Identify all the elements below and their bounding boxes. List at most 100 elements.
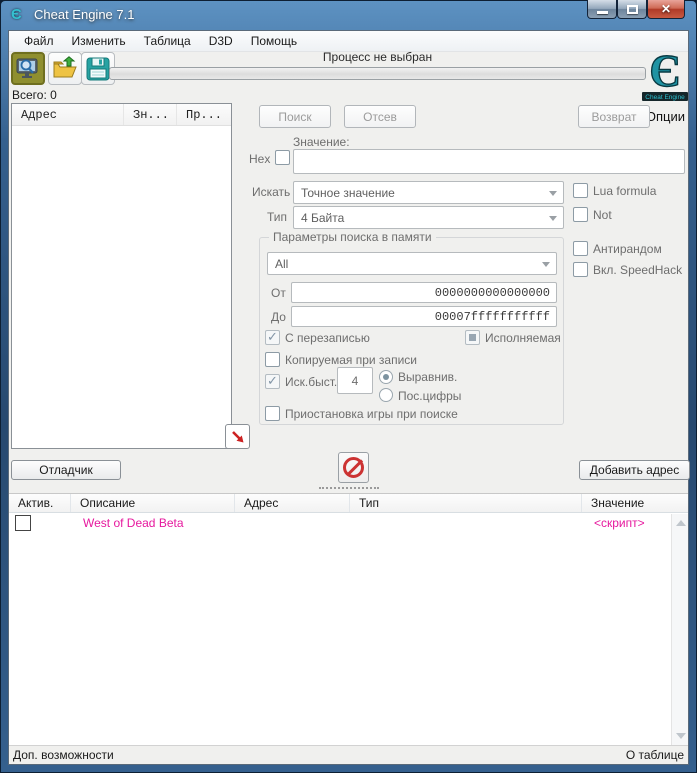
maximize-button[interactable] [617, 0, 647, 19]
check-icon: ✓ [267, 329, 278, 344]
col-value[interactable]: Значение [582, 494, 688, 512]
last-digits-label: Пос.цифры [398, 389, 462, 403]
stop-button[interactable] [338, 452, 369, 483]
menu-bar: Файл Изменить Таблица D3D Помощь [9, 31, 688, 52]
value-input[interactable] [293, 149, 685, 174]
value-label: Значение: [293, 135, 350, 149]
table-extras-link[interactable]: О таблице [626, 748, 684, 762]
close-button[interactable]: ✕ [647, 0, 685, 19]
value-type-value: 4 Байта [301, 211, 345, 225]
col-description[interactable]: Описание [71, 494, 235, 512]
first-scan-button[interactable]: Поиск [259, 105, 331, 128]
add-selected-addresses-button[interactable] [225, 424, 250, 449]
no-entry-icon [343, 457, 364, 478]
select-process-icon [16, 58, 38, 78]
indeterminate-icon [469, 334, 476, 341]
antirandom-label: Антирандом [593, 242, 662, 256]
row-value[interactable]: <скрипт> [594, 516, 645, 530]
memory-scan-options-group: Параметры поиска в памяти All От До ✓ С … [259, 230, 564, 425]
speedhack-checkbox[interactable] [573, 262, 588, 277]
last-digits-radio[interactable] [379, 388, 393, 402]
scan-stop-input[interactable] [291, 306, 557, 327]
value-type-label: Тип [267, 210, 288, 224]
add-address-button[interactable]: Добавить адрес [579, 460, 690, 480]
antirandom-checkbox[interactable] [573, 241, 588, 256]
region-value: All [275, 257, 289, 271]
close-icon: ✕ [660, 2, 672, 16]
app-logo-icon: Є [11, 6, 22, 23]
pause-game-checkbox[interactable] [265, 406, 280, 421]
logo-glyph: Є [649, 46, 680, 96]
select-process-button[interactable] [11, 52, 45, 85]
window-controls: ✕ [587, 0, 685, 19]
logo-caption: Cheat Engine [645, 94, 685, 101]
copy-on-write-label: Копируемая при записи [285, 353, 417, 367]
radio-dot-icon [383, 374, 389, 380]
not-checkbox[interactable] [573, 207, 588, 222]
found-col-previous[interactable]: Пр... [177, 104, 231, 125]
process-status: Процесс не выбран [322, 50, 433, 64]
col-address[interactable]: Адрес [235, 494, 350, 512]
value-type-dropdown[interactable]: 4 Байта [293, 206, 564, 229]
debugger-button[interactable]: Отладчик [11, 460, 121, 480]
lua-formula-label: Lua formula [593, 184, 657, 198]
open-table-button[interactable] [48, 52, 82, 85]
fast-scan-alignment-input[interactable] [337, 367, 373, 394]
found-list-header: Адрес Зн... Пр... [12, 104, 231, 126]
row-description[interactable]: West of Dead Beta [83, 516, 184, 530]
red-arrow-icon [231, 430, 243, 442]
col-active[interactable]: Актив. [9, 494, 71, 512]
minimize-button[interactable] [587, 0, 617, 19]
row-active-checkbox[interactable] [15, 515, 31, 531]
col-type[interactable]: Тип [350, 494, 582, 512]
menu-d3d[interactable]: D3D [200, 32, 242, 50]
found-col-value[interactable]: Зн... [124, 104, 177, 125]
executable-checkbox[interactable] [465, 330, 480, 345]
lua-formula-checkbox[interactable] [573, 183, 588, 198]
chevron-down-icon [549, 191, 557, 196]
executable-label: Исполняемая [485, 331, 561, 345]
menu-table[interactable]: Таблица [135, 32, 200, 50]
advanced-options-link[interactable]: Доп. возможности [13, 748, 114, 762]
to-label: До [271, 310, 286, 324]
address-table-header: Актив. Описание Адрес Тип Значение [9, 494, 688, 513]
cheat-engine-window: Є Cheat Engine 7.1 ✕ Файл Изменить Табли… [0, 0, 697, 773]
table-row[interactable]: West of Dead Beta <скрипт> [9, 513, 688, 533]
address-table[interactable]: Актив. Описание Адрес Тип Значение West … [9, 493, 688, 745]
menu-file[interactable]: Файл [15, 32, 63, 50]
aligned-radio[interactable] [379, 370, 393, 384]
scroll-up-icon[interactable] [676, 520, 686, 526]
undo-scan-button[interactable]: Возврат [578, 105, 650, 128]
titlebar[interactable]: Є Cheat Engine 7.1 ✕ [0, 0, 697, 30]
hex-checkbox[interactable] [275, 150, 290, 165]
from-label: От [271, 286, 286, 300]
chevron-down-icon [542, 262, 550, 267]
memory-group-title: Параметры поиска в памяти [269, 230, 436, 244]
speedhack-label: Вкл. SpeedHack [593, 263, 683, 277]
menu-edit[interactable]: Изменить [63, 32, 135, 50]
splitter-handle[interactable] [319, 487, 379, 489]
found-list[interactable]: Адрес Зн... Пр... [11, 103, 232, 449]
window-title: Cheat Engine 7.1 [34, 7, 135, 22]
fast-scan-label: Иск.быст. [285, 375, 338, 389]
not-label: Not [593, 208, 612, 222]
menu-help[interactable]: Помощь [242, 32, 306, 50]
cheat-engine-logo[interactable]: Є Cheat Engine [640, 44, 690, 108]
fast-scan-checkbox[interactable]: ✓ [265, 373, 280, 389]
scan-type-value: Точное значение [301, 186, 395, 200]
client-area: Файл Изменить Таблица D3D Помощь Процесс… [8, 30, 690, 765]
scan-progressbar [109, 67, 646, 80]
writable-label: С перезаписью [285, 331, 370, 345]
table-scrollbar[interactable] [671, 514, 688, 745]
region-dropdown[interactable]: All [267, 252, 557, 275]
scroll-down-icon[interactable] [676, 733, 686, 739]
hex-label: Hex [249, 152, 271, 166]
copy-on-write-checkbox[interactable] [265, 352, 280, 367]
scan-type-dropdown[interactable]: Точное значение [293, 181, 564, 204]
found-col-address[interactable]: Адрес [12, 104, 124, 125]
maximize-icon [627, 5, 638, 14]
scan-start-input[interactable] [291, 282, 557, 303]
next-scan-button[interactable]: Отсев [344, 105, 416, 128]
found-total-label: Всего: 0 [12, 88, 57, 102]
writable-checkbox[interactable]: ✓ [265, 329, 280, 345]
